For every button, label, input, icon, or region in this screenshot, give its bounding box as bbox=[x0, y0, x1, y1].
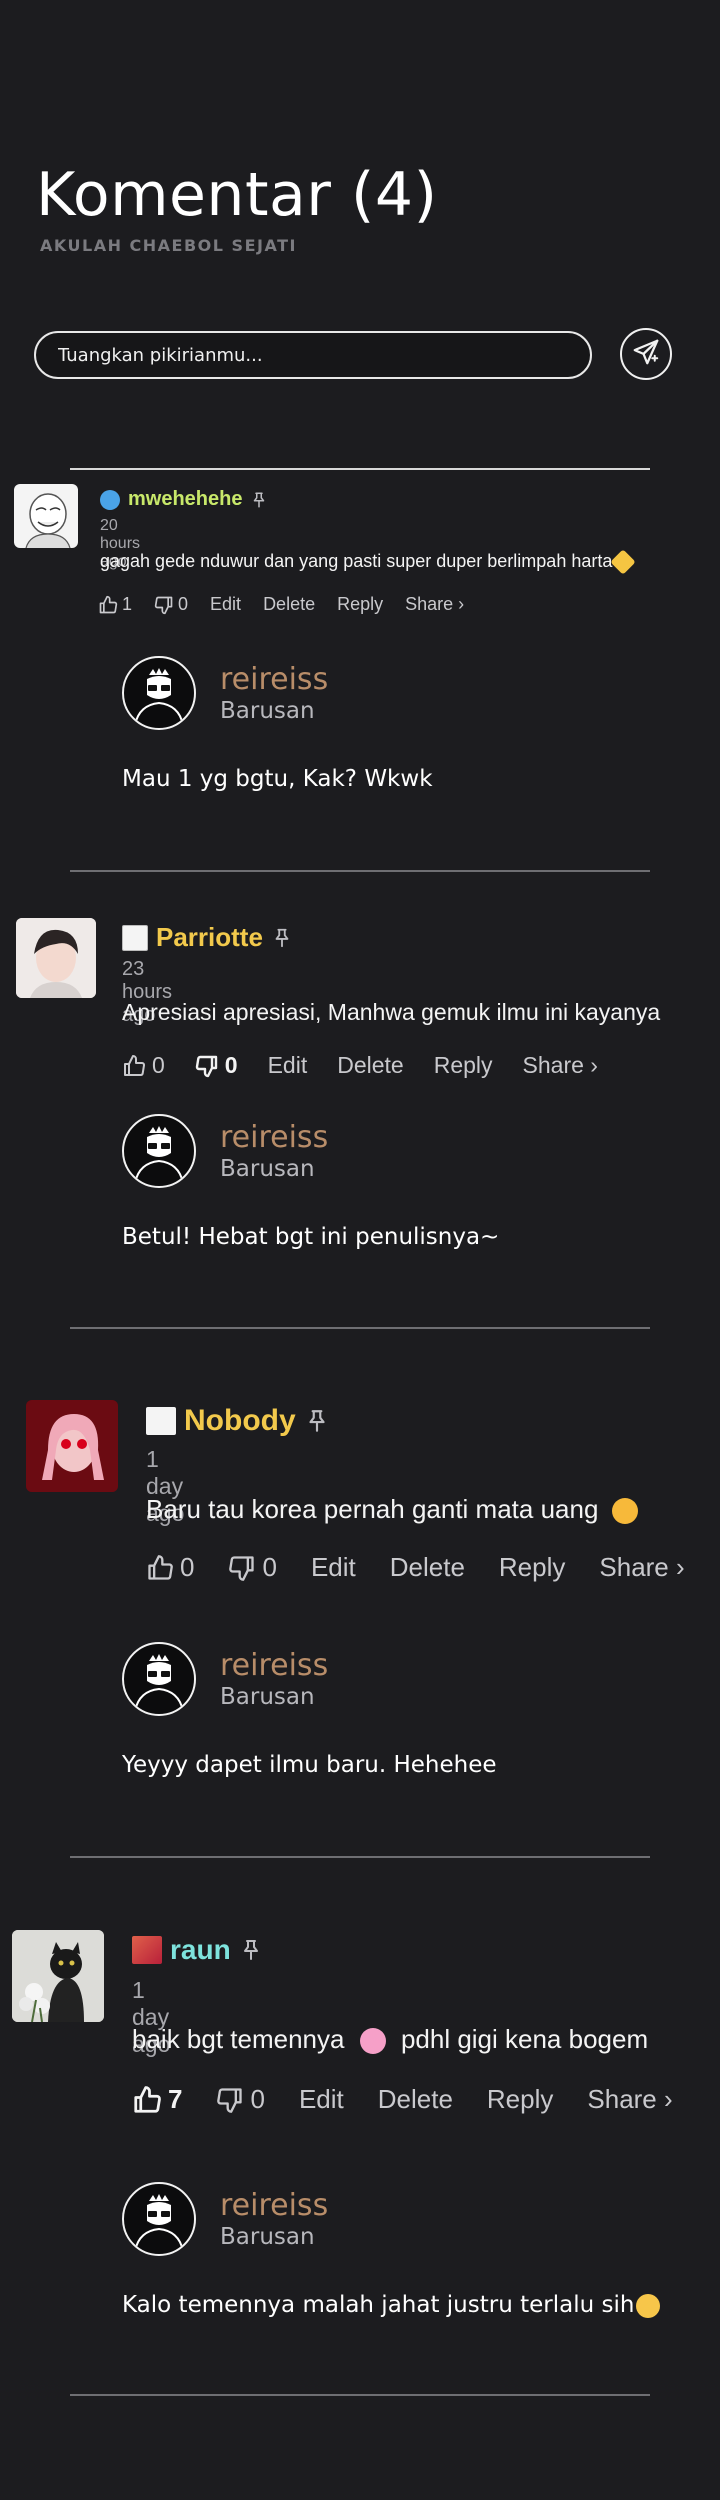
reply-text: Betul! Hebat bgt ini penulisnya~ bbox=[122, 1224, 500, 1250]
page-title: Komentar (4) bbox=[36, 160, 438, 230]
comment-text-body: gagah gede nduwur dan yang pasti super d… bbox=[100, 551, 613, 571]
reply-text: Mau 1 yg bgtu, Kak? Wkwk bbox=[122, 766, 433, 792]
like-count: 0 bbox=[180, 1552, 195, 1582]
avatar[interactable] bbox=[12, 1930, 104, 2022]
delete-button[interactable]: Delete bbox=[378, 2084, 453, 2115]
share-button[interactable]: Share › bbox=[523, 1052, 598, 1079]
avatar[interactable] bbox=[26, 1400, 118, 1492]
comment-text-body: Baru tau korea pernah ganti mata uang bbox=[146, 1494, 599, 1524]
flag-icon bbox=[132, 1936, 162, 1964]
like-count: 1 bbox=[122, 594, 133, 614]
reply-time: Barusan bbox=[220, 1684, 315, 1710]
reply-time: Barusan bbox=[220, 2224, 315, 2250]
like-button[interactable]: 1 bbox=[98, 594, 132, 615]
comment-actions: 7 0 Edit Delete Reply Share › bbox=[132, 2084, 673, 2115]
share-button[interactable]: Share › bbox=[599, 1552, 684, 1583]
divider bbox=[70, 468, 650, 470]
comment-text: Apresiasi apresiasi, Manhwa gemuk ilmu i… bbox=[122, 999, 661, 1025]
avatar[interactable] bbox=[14, 484, 78, 548]
thumbs-down-icon bbox=[217, 2087, 243, 2113]
pin-icon[interactable] bbox=[271, 926, 293, 950]
reply-text-body: Kalo temennya malah jahat justru terlalu… bbox=[122, 2292, 635, 2318]
send-button[interactable] bbox=[620, 328, 672, 380]
pin-icon[interactable] bbox=[239, 1936, 263, 1964]
share-button[interactable]: Share › bbox=[405, 594, 464, 615]
edit-button[interactable]: Edit bbox=[268, 1052, 308, 1079]
reply-text: Yeyyy dapet ilmu baru. Hehehee bbox=[122, 1752, 497, 1778]
thumbs-up-icon bbox=[134, 2085, 161, 2113]
like-button[interactable]: 7 bbox=[132, 2084, 182, 2115]
comment-username[interactable]: raun bbox=[170, 1934, 231, 1966]
comment-actions: 0 0 Edit Delete Reply Share › bbox=[146, 1552, 685, 1583]
dislike-button[interactable]: 0 bbox=[195, 1052, 238, 1079]
divider bbox=[70, 2394, 650, 2396]
dislike-count: 0 bbox=[178, 594, 189, 614]
avatar[interactable] bbox=[122, 656, 196, 730]
sparkles-emoji-icon bbox=[610, 549, 637, 575]
flushed-emoji-icon bbox=[611, 1498, 638, 1525]
comment-text: Baru tau korea pernah ganti mata uang bbox=[146, 1494, 638, 1525]
delete-button[interactable]: Delete bbox=[263, 594, 315, 615]
dislike-count: 0 bbox=[250, 2084, 265, 2114]
edit-button[interactable]: Edit bbox=[311, 1552, 356, 1583]
reply-text: Kalo temennya malah jahat justru terlalu… bbox=[122, 2292, 661, 2318]
pin-icon[interactable] bbox=[250, 490, 268, 510]
like-button[interactable]: 0 bbox=[122, 1052, 165, 1079]
divider bbox=[70, 1856, 650, 1858]
comment-username[interactable]: Parriotte bbox=[156, 922, 263, 953]
send-icon bbox=[631, 337, 661, 372]
edit-button[interactable]: Edit bbox=[299, 2084, 344, 2115]
reply-button[interactable]: Reply bbox=[434, 1052, 493, 1079]
comment-text: gagah gede nduwur dan yang pasti super d… bbox=[100, 549, 637, 575]
reply-button[interactable]: Reply bbox=[487, 2084, 553, 2115]
dislike-count: 0 bbox=[262, 1552, 277, 1582]
scream-emoji-icon bbox=[359, 2028, 386, 2055]
thumbs-down-icon bbox=[229, 1555, 255, 1581]
delete-button[interactable]: Delete bbox=[337, 1052, 403, 1079]
like-count: 0 bbox=[152, 1052, 165, 1078]
reply-button[interactable]: Reply bbox=[337, 594, 383, 615]
comment-text: baik bgt temennya pdhl gigi kena bogem bbox=[132, 2024, 648, 2055]
comment-text-body: baik bgt temennya bbox=[132, 2024, 345, 2054]
dislike-count: 0 bbox=[224, 1052, 238, 1078]
pin-icon[interactable] bbox=[304, 1407, 330, 1435]
comment-actions: 1 0 Edit Delete Reply Share › bbox=[98, 594, 464, 615]
delete-button[interactable]: Delete bbox=[390, 1552, 465, 1583]
comment-text-body-after: pdhl gigi kena bogem bbox=[400, 2024, 649, 2054]
dislike-button[interactable]: 0 bbox=[154, 594, 188, 615]
thumbs-down-icon bbox=[154, 596, 173, 614]
avatar[interactable] bbox=[16, 918, 96, 998]
thumbs-up-icon bbox=[99, 595, 118, 613]
flag-icon bbox=[122, 924, 148, 951]
avatar[interactable] bbox=[122, 1642, 196, 1716]
thumbs-down-icon bbox=[195, 1055, 217, 1077]
series-subtitle: AKULAH CHAEBOL SEJATI bbox=[40, 236, 297, 255]
flag-icon bbox=[146, 1407, 176, 1435]
avatar[interactable] bbox=[122, 2182, 196, 2256]
like-button[interactable]: 0 bbox=[146, 1552, 194, 1583]
like-count: 7 bbox=[168, 2084, 183, 2114]
share-button[interactable]: Share › bbox=[587, 2084, 672, 2115]
hands-emoji-icon bbox=[100, 489, 120, 510]
reply-button[interactable]: Reply bbox=[499, 1552, 565, 1583]
reply-username[interactable]: reireiss bbox=[220, 2188, 328, 2223]
comment-actions: 0 0 Edit Delete Reply Share › bbox=[122, 1052, 598, 1079]
thumbs-up-icon bbox=[148, 1554, 173, 1580]
reply-time: Barusan bbox=[220, 1156, 315, 1182]
reply-username[interactable]: reireiss bbox=[220, 1648, 328, 1683]
edit-button[interactable]: Edit bbox=[210, 594, 241, 615]
reply-username[interactable]: reireiss bbox=[220, 662, 328, 697]
divider bbox=[70, 1327, 650, 1329]
crying-emoji-icon bbox=[636, 2293, 661, 2318]
reply-time: Barusan bbox=[220, 698, 315, 724]
comment-username[interactable]: Nobody bbox=[184, 1404, 296, 1438]
avatar[interactable] bbox=[122, 1114, 196, 1188]
comment-input[interactable] bbox=[34, 331, 592, 379]
comment-username[interactable]: mwehehehe bbox=[128, 488, 242, 511]
dislike-button[interactable]: 0 bbox=[228, 1552, 277, 1583]
divider bbox=[70, 870, 650, 872]
dislike-button[interactable]: 0 bbox=[216, 2084, 265, 2115]
reply-username[interactable]: reireiss bbox=[220, 1120, 328, 1155]
thumbs-up-icon bbox=[124, 1054, 145, 1076]
